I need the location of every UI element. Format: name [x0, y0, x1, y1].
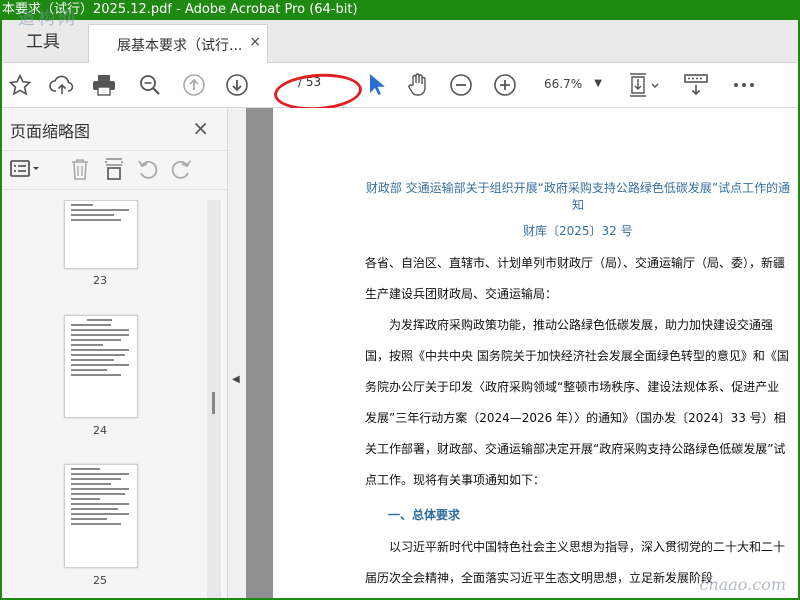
zoom-select[interactable]: 66.7% ▼: [538, 73, 606, 95]
page-thumbnail[interactable]: [64, 315, 138, 418]
extract-pages-icon[interactable]: [100, 155, 128, 183]
more-icon[interactable]: [730, 71, 758, 99]
section-heading: 一、总体要求: [388, 508, 461, 522]
window-title: 本要求（试行）2025.12.pdf - Adobe Acrobat Pro (…: [0, 0, 800, 20]
thumbnail-list: 23 24 25: [2, 200, 207, 598]
rotate-right-icon[interactable]: [167, 155, 195, 183]
fit-page-icon[interactable]: [626, 71, 662, 99]
paragraph-addressee: 各省、自治区、直辖市、计划单列市财政厅（局）、交通运输厅（局、委），新疆生产建设…: [365, 256, 786, 301]
zoom-out-search-icon[interactable]: [136, 71, 164, 99]
cursor-icon[interactable]: [362, 71, 390, 99]
hand-icon[interactable]: [404, 71, 432, 99]
tab-document-label: 展基本要求（试行...: [117, 38, 243, 54]
rotate-left-icon[interactable]: [134, 155, 162, 183]
tab-close-icon[interactable]: ×: [249, 34, 261, 50]
toolbar: / 53 66.7% ▼: [2, 63, 798, 108]
document-title: 财政部 交通运输部关于组织开展“政府采购支持公路绿色低碳发展”试点工作的通知: [365, 181, 791, 212]
star-icon[interactable]: [6, 71, 34, 99]
cloud-upload-icon[interactable]: [48, 71, 76, 99]
page-down-icon[interactable]: [223, 71, 251, 99]
document-number: 财库〔2025〕32 号: [523, 224, 633, 238]
thumbnail-label: 25: [93, 574, 107, 587]
tab-tools[interactable]: 工具: [2, 20, 84, 62]
page-up-icon[interactable]: [180, 71, 208, 99]
collapse-panel-icon[interactable]: ◀: [232, 374, 240, 385]
paragraph-intro: 为发挥政府采购政策功能，推动公路绿色低碳发展，助力加快建设交通强国，按照《中共中…: [365, 318, 789, 487]
trash-icon[interactable]: [66, 155, 94, 183]
zoom-value: 66.7%: [544, 77, 583, 91]
panel-close-icon[interactable]: ×: [192, 116, 209, 140]
document-page: 财政部 交通运输部关于组织开展“政府采购支持公路绿色低碳发展”试点工作的通知 财…: [273, 108, 798, 598]
thumbnail-label: 24: [93, 424, 107, 437]
minus-circle-icon[interactable]: [447, 71, 475, 99]
tab-document[interactable]: 展基本要求（试行... ×: [88, 24, 268, 64]
printer-icon[interactable]: [90, 71, 118, 99]
page-thumbnail[interactable]: [64, 200, 138, 269]
tab-bar: 工具 展基本要求（试行... ×: [2, 20, 798, 64]
panel-title: 页面缩略图: [10, 122, 91, 141]
page-thumbnail[interactable]: [64, 464, 138, 568]
chevron-down-icon: ▼: [594, 78, 602, 89]
panel-toolbar: [2, 150, 227, 190]
options-menu-icon[interactable]: [8, 155, 44, 183]
scrolling-mode-icon[interactable]: [682, 71, 710, 99]
thumbnail-scrollbar[interactable]: [207, 200, 221, 598]
thumbnail-label: 23: [93, 274, 107, 287]
scrollbar-thumb[interactable]: [212, 392, 215, 414]
thumbnails-panel: 页面缩略图 × 23 24 25: [2, 108, 228, 598]
document-margin: [246, 108, 273, 598]
plus-circle-icon[interactable]: [491, 71, 519, 99]
panel-splitter[interactable]: ◀: [228, 108, 246, 598]
watermark-site: cnaao.com: [699, 575, 786, 594]
